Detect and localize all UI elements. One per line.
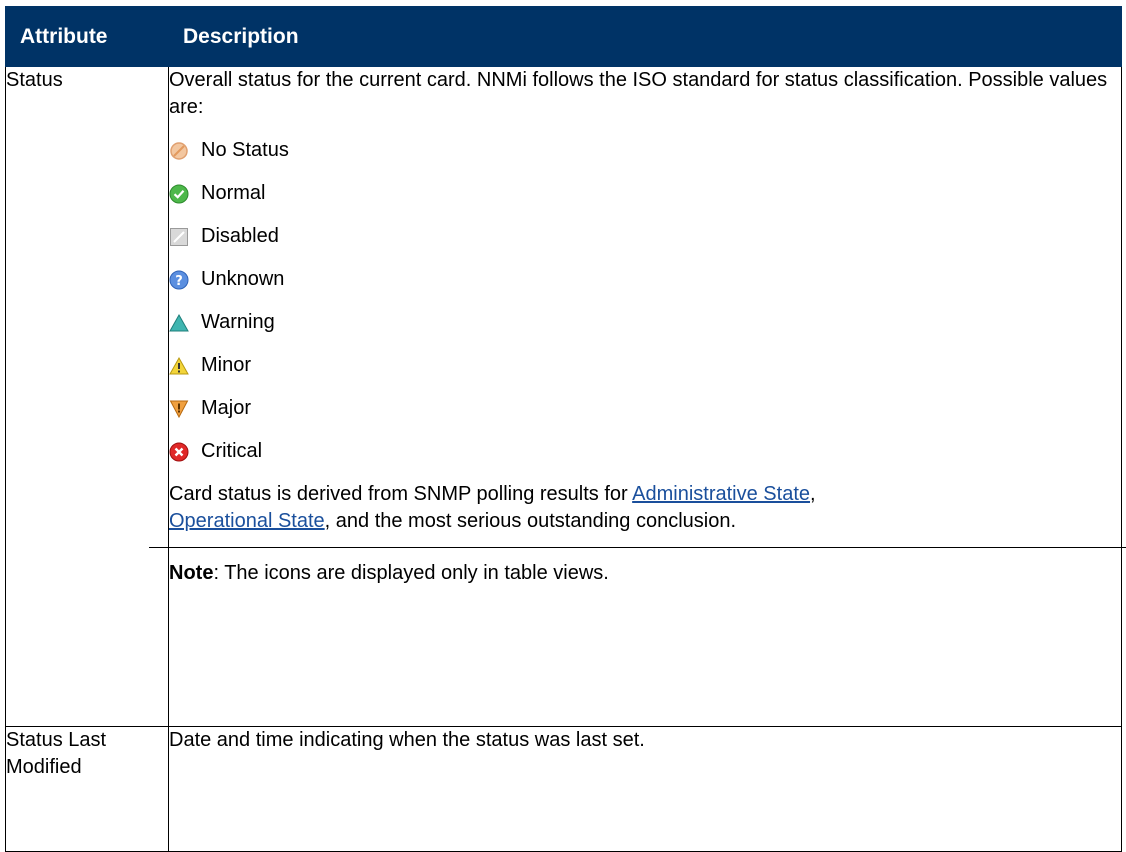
no-status-icon xyxy=(169,141,189,161)
operational-state-link[interactable]: Operational State xyxy=(169,510,325,532)
note-label: Note xyxy=(169,562,214,584)
table-row: Status Overall status for the current ca… xyxy=(5,66,1126,727)
warning-icon xyxy=(169,313,189,333)
note-text: : The icons are displayed only in table … xyxy=(213,562,609,584)
derivation-prefix: Card status is derived from SNMP polling… xyxy=(169,483,633,505)
status-label: Warning xyxy=(201,311,275,333)
major-icon xyxy=(169,399,189,419)
status-item-disabled: Disabled xyxy=(169,223,1121,250)
status-item-minor: Minor xyxy=(169,352,1121,379)
column-header-attribute: Attribute xyxy=(5,6,169,67)
derivation-paragraph: Card status is derived from SNMP polling… xyxy=(169,481,1121,535)
description-cell-status: Overall status for the current card. NNM… xyxy=(149,66,1126,727)
status-item-critical: Critical xyxy=(169,438,1121,465)
status-label: Critical xyxy=(201,440,263,462)
divider xyxy=(149,547,1126,548)
status-label: Major xyxy=(201,397,252,419)
derivation-suffix: , and the most serious outstanding concl… xyxy=(324,510,737,532)
status-item-normal: Normal xyxy=(169,180,1121,207)
attribute-table-container: Attribute Description Status Overall sta… xyxy=(5,6,1126,852)
column-header-description: Description xyxy=(168,6,1122,67)
description-cell-status-last-modified: Date and time indicating when the status… xyxy=(168,726,1122,852)
attribute-cell-status: Status xyxy=(5,66,169,727)
svg-text:?: ? xyxy=(175,274,183,289)
status-label: Unknown xyxy=(201,268,285,290)
status-label: Normal xyxy=(201,182,266,204)
critical-icon xyxy=(169,442,189,462)
status-item-major: Major xyxy=(169,395,1121,422)
note-paragraph: Note: The icons are displayed only in ta… xyxy=(169,560,1121,587)
attribute-cell-status-last-modified: Status Last Modified xyxy=(5,726,169,852)
attribute-table: Attribute Description Status Overall sta… xyxy=(5,6,1126,852)
status-item-warning: Warning xyxy=(169,309,1121,336)
minor-icon xyxy=(169,356,189,376)
status-label: No Status xyxy=(201,139,289,161)
status-label: Minor xyxy=(201,354,252,376)
status-intro: Overall status for the current card. NNM… xyxy=(169,69,1108,118)
derivation-mid: , xyxy=(810,483,816,505)
status-label: Disabled xyxy=(201,225,279,247)
status-item-no-status: No Status xyxy=(169,137,1121,164)
normal-icon xyxy=(169,184,189,204)
unknown-icon: ? xyxy=(169,270,189,290)
administrative-state-link[interactable]: Administrative State xyxy=(632,483,810,505)
table-header-row: Attribute Description xyxy=(5,6,1122,67)
disabled-icon xyxy=(169,227,189,247)
table-row: Status Last Modified Date and time indic… xyxy=(5,726,1122,852)
status-item-unknown: ? Unknown xyxy=(169,266,1121,293)
